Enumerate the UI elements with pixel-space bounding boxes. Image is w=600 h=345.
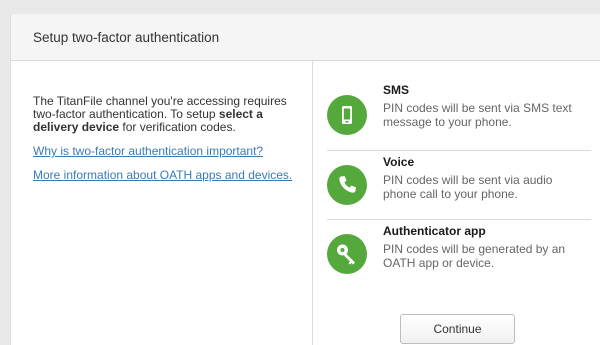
delivery-options: SMS PIN codes will be sent via SMS text … <box>327 81 591 288</box>
option-voice-description: PIN codes will be sent via audio phone c… <box>383 173 553 201</box>
option-voice-name: Voice <box>383 155 415 169</box>
option-sms-description: PIN codes will be sent via SMS text mess… <box>383 101 572 129</box>
info-pane: The TitanFile channel you're accessing r… <box>33 95 295 192</box>
key-icon <box>327 234 367 274</box>
actions: Continue <box>400 314 515 344</box>
option-authenticator-app[interactable]: Authenticator app PIN codes will be gene… <box>327 219 591 288</box>
two-factor-dialog: Setup two-factor authentication The Tita… <box>10 14 600 345</box>
option-sms[interactable]: SMS PIN codes will be sent via SMS text … <box>327 81 591 150</box>
dialog-title: Setup two-factor authentication <box>33 29 220 45</box>
option-sms-name: SMS <box>383 83 410 97</box>
option-authenticator-description: PIN codes will be generated by an OATH a… <box>383 242 566 270</box>
oath-info-link[interactable]: More information about OATH apps and dev… <box>33 168 295 182</box>
option-authenticator-name: Authenticator app <box>383 224 486 238</box>
intro-text-end: for verification codes. <box>119 120 236 134</box>
why-important-link[interactable]: Why is two-factor authentication importa… <box>33 144 295 158</box>
intro-text: The TitanFile channel you're accessing r… <box>33 95 295 134</box>
option-voice[interactable]: Voice PIN codes will be sent via audio p… <box>327 150 591 219</box>
pane-divider <box>312 61 313 345</box>
continue-button[interactable]: Continue <box>400 314 515 344</box>
telephone-handset-icon <box>327 165 367 205</box>
dialog-header: Setup two-factor authentication <box>11 14 600 61</box>
dialog-body: The TitanFile channel you're accessing r… <box>11 61 600 345</box>
phone-icon <box>327 95 367 135</box>
